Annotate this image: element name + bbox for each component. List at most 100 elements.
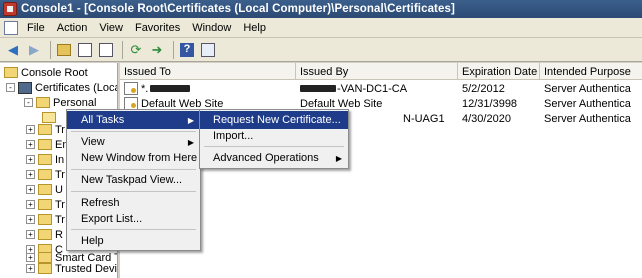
tree-item-label: In <box>55 153 65 166</box>
tree-item-certificates[interactable]: - Certificates (Loca <box>6 80 118 95</box>
collapse-toggle[interactable]: - <box>6 83 15 92</box>
expand-toggle[interactable]: + <box>26 170 35 179</box>
all-tasks-submenu: Request New Certificate... Import... Adv… <box>199 109 349 169</box>
cell-text: Default Web Site <box>141 97 224 110</box>
cell-intended-purpose: Server Authentica <box>544 82 631 95</box>
tree-item-label: R <box>55 228 63 241</box>
column-header-intended-purpose[interactable]: Intended Purpose <box>540 63 642 80</box>
toolbar: ◀ ▶ ⟳ ➜ ? <box>0 38 642 62</box>
show-hide-tree-icon[interactable] <box>76 41 94 59</box>
folder-icon <box>38 139 52 150</box>
tree-item[interactable]: + Tr <box>26 197 65 212</box>
export-icon[interactable]: ➜ <box>148 41 166 59</box>
menu-item-new-taskpad-view[interactable]: New Taskpad View... <box>67 171 200 189</box>
cell-text: -VAN-DC1-CA <box>337 82 408 95</box>
tree-item-personal[interactable]: - Personal <box>24 95 96 110</box>
cell-issued-by: Default Web Site <box>300 97 383 110</box>
folder-icon <box>38 199 52 210</box>
menu-separator <box>71 131 196 132</box>
expand-toggle[interactable]: + <box>26 230 35 239</box>
menu-item-label: Import... <box>213 130 254 142</box>
toolbar-separator <box>50 40 51 59</box>
column-header-issued-to[interactable]: Issued To <box>120 63 296 80</box>
up-icon[interactable] <box>55 41 73 59</box>
menu-item-import[interactable]: Import... <box>200 127 348 145</box>
menu-item-new-window-from-here[interactable]: New Window from Here <box>67 149 200 167</box>
expand-toggle[interactable]: + <box>26 264 35 273</box>
tree-item[interactable]: + Tr <box>26 167 65 182</box>
menu-item-help[interactable]: Help <box>67 232 200 250</box>
menu-item-label: All Tasks <box>81 114 125 126</box>
cell-expiration-date: 4/30/2020 <box>462 112 511 125</box>
snapin-icon[interactable] <box>199 41 217 59</box>
folder-icon <box>38 184 52 195</box>
menu-item-label: View <box>81 136 105 148</box>
certificate-icon <box>124 82 138 95</box>
column-header-issued-by[interactable]: Issued By <box>296 63 458 80</box>
menu-item-export-list[interactable]: Export List... <box>67 210 200 228</box>
tree-item-label: Tr <box>55 168 65 181</box>
menu-favorites[interactable]: Favorites <box>129 22 186 34</box>
computer-icon <box>18 81 32 94</box>
collapse-toggle[interactable]: - <box>24 98 33 107</box>
folder-icon <box>38 154 52 165</box>
expand-toggle[interactable]: + <box>26 125 35 134</box>
tree-item[interactable]: + U <box>26 182 63 197</box>
tree-item-label: Trusted Devic <box>55 262 118 275</box>
document-menu-icon[interactable] <box>4 20 18 35</box>
tree-item[interactable]: + Tr <box>26 212 65 227</box>
properties-icon[interactable] <box>97 41 115 59</box>
menu-item-all-tasks[interactable]: All Tasks ▶ <box>67 111 200 129</box>
cell-intended-purpose: Server Authentica <box>544 97 631 110</box>
expand-toggle[interactable]: + <box>26 215 35 224</box>
menu-item-label: Advanced Operations <box>213 152 319 164</box>
tree-item[interactable]: + En <box>26 137 68 152</box>
menu-item-label: Request New Certificate... <box>213 114 341 126</box>
menu-action[interactable]: Action <box>51 22 94 34</box>
cell-intended-purpose: Server Authentica <box>544 112 631 125</box>
tree-item-label: Personal <box>53 96 97 109</box>
folder-icon <box>36 97 50 108</box>
menu-bar: File Action View Favorites Window Help <box>0 18 642 38</box>
submenu-arrow-icon: ▶ <box>187 115 194 125</box>
tree-item-label: Certificates (Loca <box>35 81 118 94</box>
expand-toggle[interactable]: + <box>26 185 35 194</box>
tree-item[interactable]: + Tr <box>26 122 65 137</box>
cell-text: *. <box>141 82 149 95</box>
mmc-app-icon[interactable] <box>3 2 17 16</box>
refresh-icon[interactable]: ⟳ <box>127 41 145 59</box>
tree-item-trusted-devices[interactable]: + Trusted Devic <box>26 261 118 276</box>
list-header: Issued To Issued By Expiration Date Inte… <box>120 63 642 80</box>
expand-toggle[interactable]: + <box>26 200 35 209</box>
folder-icon <box>38 263 52 274</box>
tree-item-label: Tr <box>55 123 65 136</box>
column-header-expiration-date[interactable]: Expiration Date <box>458 63 540 80</box>
tree-item-label: Tr <box>55 213 65 226</box>
tree-item[interactable]: + In <box>26 152 64 167</box>
cell-expiration-date: 12/31/3998 <box>462 97 518 110</box>
tree-item-console-root[interactable]: Console Root <box>4 65 88 80</box>
menu-file[interactable]: File <box>21 22 51 34</box>
menu-view[interactable]: View <box>93 22 129 34</box>
cell-expiration-date: 5/2/2012 <box>462 82 505 95</box>
title-bar: Console1 - [Console Root\Certificates (L… <box>0 0 642 18</box>
forward-icon[interactable]: ▶ <box>25 41 43 59</box>
expand-toggle[interactable]: + <box>26 140 35 149</box>
menu-item-label: Export List... <box>81 213 143 225</box>
menu-separator <box>71 191 196 192</box>
expand-toggle[interactable]: + <box>26 155 35 164</box>
menu-help[interactable]: Help <box>237 22 272 34</box>
menu-window[interactable]: Window <box>186 22 237 34</box>
menu-item-label: Help <box>81 235 104 247</box>
menu-item-advanced-operations[interactable]: Advanced Operations ▶ <box>200 149 348 167</box>
tree-item[interactable]: + R <box>26 227 63 242</box>
redaction-mark <box>150 85 191 92</box>
folder-icon <box>38 169 52 180</box>
menu-item-label: Refresh <box>81 197 120 209</box>
table-row[interactable]: *. -VAN-DC1-CA 5/2/2012 Server Authentic… <box>120 81 642 96</box>
toolbar-separator <box>122 40 123 59</box>
menu-item-label: New Window from Here <box>81 152 198 164</box>
help-icon[interactable]: ? <box>178 41 196 59</box>
back-icon[interactable]: ◀ <box>4 41 22 59</box>
window-title: Console1 - [Console Root\Certificates (L… <box>21 3 455 15</box>
